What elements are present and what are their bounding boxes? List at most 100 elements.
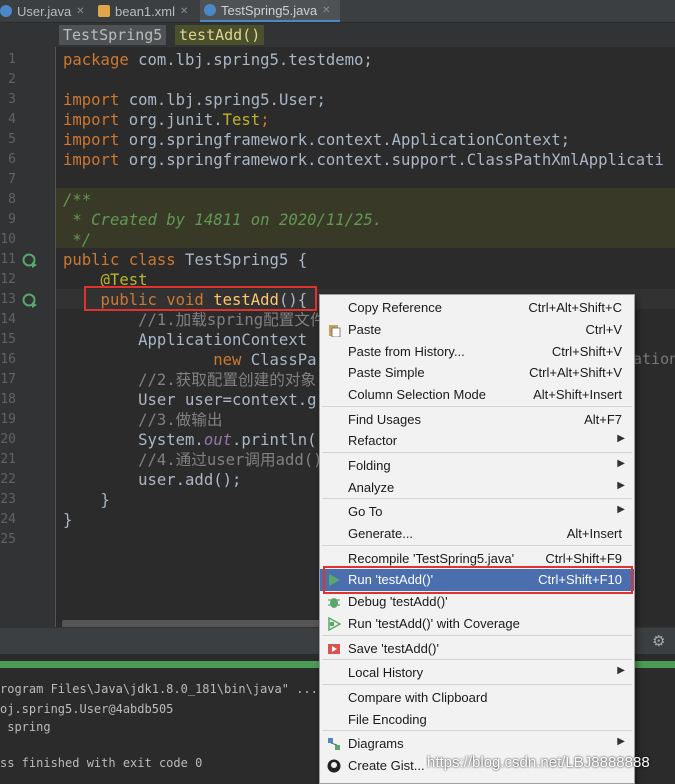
line-number: 11 <box>0 252 16 267</box>
line-number: 15 <box>0 332 16 347</box>
code-line-14: //1.加载spring配置文件 <box>63 311 326 329</box>
coverage-icon <box>328 617 341 631</box>
tab-testspring5-java[interactable]: TestSpring5.java ✕ <box>200 0 340 22</box>
line-number: 17 <box>0 372 16 387</box>
menu-item-column-selection-mode[interactable]: Column Selection Mode Alt+Shift+Insert <box>320 384 634 406</box>
submenu-arrow-icon: ▶ <box>617 433 625 444</box>
line-number: 13 <box>0 292 16 307</box>
code-line-4: import org.junit.Test; <box>63 111 270 129</box>
submenu-arrow-icon: ▶ <box>617 504 625 515</box>
line-number: 25 <box>0 532 16 547</box>
code-line-18: User user=context.g <box>63 391 317 409</box>
menu-item-compare-clipboard[interactable]: Compare with Clipboard <box>320 687 634 709</box>
console-line: ss finished with exit code 0 <box>0 756 203 770</box>
menu-separator <box>322 635 632 636</box>
save-config-icon <box>328 644 340 654</box>
line-number: 20 <box>0 432 16 447</box>
line-number: 16 <box>0 352 16 367</box>
run-test-method-icon[interactable] <box>22 292 38 308</box>
code-line-1: package com.lbj.spring5.testdemo; <box>63 51 373 69</box>
line-number: 4 <box>8 112 16 127</box>
submenu-arrow-icon: ▶ <box>617 736 625 747</box>
close-icon[interactable]: ✕ <box>180 6 188 17</box>
menu-separator <box>322 684 632 685</box>
line-number: 24 <box>0 512 16 527</box>
run-test-class-icon[interactable] <box>22 252 38 268</box>
code-line-11: public class TestSpring5 { <box>63 251 308 269</box>
menu-item-file-encoding[interactable]: File Encoding <box>320 709 634 731</box>
java-class-icon <box>0 5 12 17</box>
menu-separator <box>322 659 632 660</box>
menu-item-refactor[interactable]: Refactor ▶ <box>320 430 634 452</box>
code-line-3: import com.lbj.spring5.User; <box>63 91 326 109</box>
submenu-arrow-icon: ▶ <box>617 480 625 491</box>
line-number: 9 <box>8 212 16 227</box>
line-number: 7 <box>8 172 16 187</box>
menu-separator <box>322 498 632 499</box>
menu-separator <box>322 406 632 407</box>
submenu-arrow-icon: ▶ <box>617 665 625 676</box>
menu-item-save-config[interactable]: Save 'testAdd()' <box>320 638 634 660</box>
line-number: 8 <box>8 192 16 207</box>
breadcrumb-class[interactable]: TestSpring5 <box>59 25 167 45</box>
submenu-arrow-icon: ▶ <box>617 458 625 469</box>
breadcrumb-method[interactable]: testAdd() <box>175 25 265 45</box>
code-line-5: import org.springframework.context.Appli… <box>63 131 570 149</box>
code-line-24: } <box>63 511 73 529</box>
menu-item-generate[interactable]: Generate... Alt+Insert <box>320 523 634 545</box>
menu-separator <box>322 545 632 546</box>
console-line: oj.spring5.User@4abdb505 <box>0 702 174 716</box>
line-number: 2 <box>8 72 16 87</box>
menu-separator <box>322 452 632 453</box>
line-number: 3 <box>8 92 16 107</box>
line-number: 19 <box>0 412 16 427</box>
code-line-17: //2.获取配置创建的对象 <box>63 371 317 389</box>
menu-item-go-to[interactable]: Go To ▶ <box>320 501 634 523</box>
close-icon[interactable]: ✕ <box>322 5 330 16</box>
code-line-16: new ClassPa <box>63 351 317 369</box>
paste-icon <box>329 325 341 337</box>
menu-item-debug-testadd[interactable]: Debug 'testAdd()' <box>320 591 634 613</box>
truncated-code-text: ation: <box>633 350 675 368</box>
code-line-10: */ <box>63 231 92 249</box>
code-line-9: * Created by 14811 on 2020/11/25. <box>63 211 383 229</box>
code-line-23: } <box>63 491 110 509</box>
console-line: spring <box>0 720 51 734</box>
menu-item-run-with-coverage[interactable]: Run 'testAdd()' with Coverage <box>320 613 634 635</box>
menu-item-folding[interactable]: Folding ▶ <box>320 455 634 477</box>
menu-item-paste-from-history[interactable]: Paste from History... Ctrl+Shift+V <box>320 341 634 363</box>
code-line-15: ApplicationContext <box>63 331 317 349</box>
run-item-highlight <box>323 566 633 594</box>
menu-item-paste-simple[interactable]: Paste Simple Ctrl+Alt+Shift+V <box>320 362 634 384</box>
line-number: 5 <box>8 132 16 147</box>
line-number: 18 <box>0 392 16 407</box>
line-number: 12 <box>0 272 16 287</box>
editor-context-menu: Copy Reference Ctrl+Alt+Shift+C Paste Ctrl… <box>319 294 635 784</box>
close-icon[interactable]: ✕ <box>76 6 84 17</box>
diagrams-icon <box>328 738 340 750</box>
line-number: 23 <box>0 492 16 507</box>
gear-icon[interactable]: ⚙ <box>652 632 665 650</box>
line-number: 21 <box>0 452 16 467</box>
code-line-22: user.add(); <box>63 471 242 489</box>
menu-item-find-usages[interactable]: Find Usages Alt+F7 <box>320 409 634 431</box>
menu-item-diagrams[interactable]: Diagrams ▶ <box>320 733 634 755</box>
test-class-icon <box>204 4 216 16</box>
menu-separator <box>322 730 632 731</box>
line-number: 1 <box>8 52 16 67</box>
github-icon <box>327 759 341 773</box>
xml-file-icon <box>98 5 110 17</box>
menu-item-analyze[interactable]: Analyze ▶ <box>320 477 634 499</box>
menu-item-local-history[interactable]: Local History ▶ <box>320 662 634 684</box>
line-number: 14 <box>0 312 16 327</box>
menu-item-paste[interactable]: Paste Ctrl+V <box>320 319 634 341</box>
testadd-method-highlight <box>84 286 317 311</box>
line-number-gutter: 1 2 3 4 5 6 7 8 9 10 11 12 13 14 15 16 17 18 19 20 21 22 23 24 2… <box>0 47 55 627</box>
menu-item-copy-reference[interactable]: Copy Reference Ctrl+Alt+Shift+C <box>320 297 634 319</box>
watermark: https://blog.csdn.net/LBJ8888888 <box>427 754 650 771</box>
tab-user-java[interactable]: User.java ✕ <box>0 0 92 22</box>
debug-icon <box>328 598 340 608</box>
tab-bean1-xml[interactable]: bean1.xml ✕ <box>98 0 198 22</box>
code-line-20: System.out.println( <box>63 431 317 449</box>
line-number: 6 <box>8 152 16 167</box>
